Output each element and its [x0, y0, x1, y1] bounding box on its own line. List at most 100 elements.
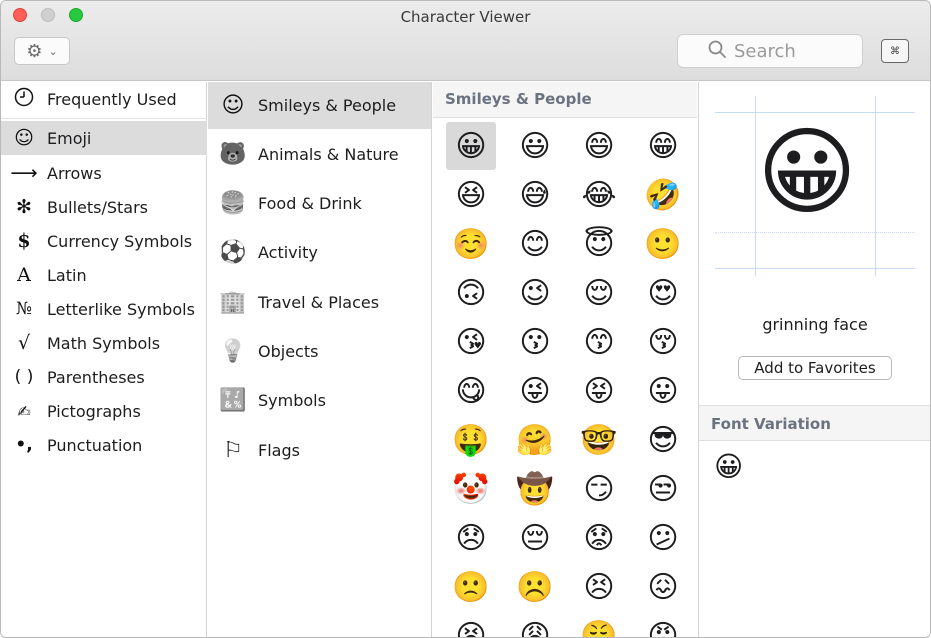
emoji-cell[interactable]: 😌	[574, 269, 624, 317]
emoji-cell[interactable]: 😗	[510, 318, 560, 366]
emoji-cell[interactable]: 🤓	[574, 416, 624, 464]
flag-icon: ⚐	[223, 438, 243, 463]
category-parentheses[interactable]: ( ) Parentheses	[1, 360, 207, 394]
character-name: grinning face	[762, 315, 868, 334]
subcategory-travel-places[interactable]: 🏢 Travel & Places	[208, 279, 431, 326]
emoji-cell[interactable]: 😏	[574, 465, 624, 513]
subcategory-symbols[interactable]: 🔣 Symbols	[208, 377, 431, 424]
emoji-cell[interactable]: 🤑	[446, 416, 496, 464]
category-currency-symbols[interactable]: $ Currency Symbols	[1, 224, 207, 258]
emoji-cell[interactable]: 😂	[574, 171, 624, 219]
category-label: Pictographs	[47, 401, 141, 421]
emoji-cell[interactable]: 😙	[574, 318, 624, 366]
category-label: Frequently Used	[47, 89, 177, 109]
emoji-cell[interactable]: 😉	[510, 269, 560, 317]
emoji-cell[interactable]: ☹️	[510, 563, 560, 611]
subcategory-smileys-people[interactable]: ☺ Smileys & People	[208, 82, 431, 129]
emoji-cell[interactable]: 🙂	[638, 220, 688, 268]
search-input[interactable]	[734, 40, 854, 62]
emoji-grid-pane[interactable]: Smileys & People 😀 😃 😄 😁 😆 😅 😂 🤣 ☺️ 😊 😇 🙂 🙃 😉 😌 😍 😘 😗 😙 😚 😋 😜…	[433, 82, 697, 638]
category-arrows[interactable]: ⟶ Arrows	[1, 156, 207, 190]
emoji-cell[interactable]: 😞	[446, 514, 496, 562]
subcategory-animals-nature[interactable]: 🐻 Animals & Nature	[208, 131, 431, 178]
divider	[1, 118, 207, 119]
emoji-cell[interactable]: 😘	[446, 318, 496, 366]
category-label: Bullets/Stars	[47, 197, 148, 217]
emoji-cell[interactable]: 🤣	[638, 171, 688, 219]
emoji-cell[interactable]: 😅	[510, 171, 560, 219]
guide-line	[875, 96, 876, 276]
category-label: Math Symbols	[47, 333, 161, 353]
category-emoji[interactable]: ☺ Emoji	[1, 121, 207, 155]
emoji-cell[interactable]: 😩	[510, 612, 560, 638]
keyboard-viewer-button[interactable]: ⌘	[881, 39, 909, 63]
emoji-cell[interactable]: 😛	[638, 367, 688, 415]
emoji-cell[interactable]: 😇	[574, 220, 624, 268]
emoji-cell[interactable]: 😚	[638, 318, 688, 366]
category-label: Latin	[47, 265, 87, 285]
search-field[interactable]	[677, 34, 863, 68]
baseline-guide	[715, 232, 915, 233]
character-preview: 😀	[715, 96, 915, 276]
category-math-symbols[interactable]: √ Math Symbols	[1, 326, 207, 360]
category-label: Letterlike Symbols	[47, 299, 195, 319]
subcategory-label: Smileys & People	[258, 96, 397, 115]
emoji-cell[interactable]: 😟	[574, 514, 624, 562]
category-letterlike-symbols[interactable]: № Letterlike Symbols	[1, 292, 207, 326]
writing-hand-icon: ✍	[17, 401, 31, 421]
emoji-cell[interactable]: 😍	[638, 269, 688, 317]
emoji-cell[interactable]: 😔	[510, 514, 560, 562]
category-bullets-stars[interactable]: ✻ Bullets/Stars	[1, 190, 207, 224]
emoji-cell[interactable]: ☺️	[446, 220, 496, 268]
chevron-down-icon: ⌄	[48, 44, 58, 58]
subcategory-list: ☺ Smileys & People 🐻 Animals & Nature 🍔 …	[208, 82, 432, 637]
emoji-cell[interactable]: 😆	[446, 171, 496, 219]
emoji-cell[interactable]: 😊	[510, 220, 560, 268]
emoji-cell[interactable]: 😜	[510, 367, 560, 415]
parentheses-icon: ( )	[14, 367, 34, 387]
add-to-favorites-button[interactable]: Add to Favorites	[738, 356, 892, 380]
emoji-cell[interactable]: 😒	[638, 465, 688, 513]
emoji-cell[interactable]: 😁	[638, 122, 688, 170]
emoji-cell[interactable]: 🤠	[510, 465, 560, 513]
emoji-cell[interactable]: 🤡	[446, 465, 496, 513]
emoji-cell[interactable]: 🙃	[446, 269, 496, 317]
lightbulb-icon: 💡	[219, 339, 247, 364]
grid-section-header: Smileys & People	[433, 82, 697, 118]
emoji-cell[interactable]: 😤	[574, 612, 624, 638]
arrow-right-icon: ⟶	[10, 162, 38, 184]
subcategory-objects[interactable]: 💡 Objects	[208, 328, 431, 375]
emoji-cell[interactable]: 😠	[638, 612, 688, 638]
category-label: Arrows	[47, 163, 102, 183]
emoji-cell[interactable]: 😕	[638, 514, 688, 562]
category-label: Punctuation	[47, 435, 143, 455]
emoji-cell[interactable]: 😋	[446, 367, 496, 415]
emoji-cell[interactable]: 😖	[638, 563, 688, 611]
font-variation-emoji[interactable]: 😀	[714, 453, 743, 481]
category-pictographs[interactable]: ✍ Pictographs	[1, 394, 207, 428]
category-label: Emoji	[47, 128, 92, 148]
emoji-cell[interactable]: 😃	[510, 122, 560, 170]
font-variation-header: Font Variation	[699, 405, 930, 441]
category-punctuation[interactable]: •, Punctuation	[1, 428, 207, 462]
action-menu-button[interactable]: ⚙ ⌄	[14, 37, 70, 65]
emoji-cell[interactable]: 😀	[446, 122, 496, 170]
soccer-ball-icon: ⚽	[219, 240, 247, 265]
category-latin[interactable]: A Latin	[1, 258, 207, 292]
detail-pane: 😀 grinning face Add to Favorites Font Va…	[698, 82, 930, 637]
guide-line	[755, 96, 756, 276]
asterisk-icon: ✻	[16, 196, 32, 218]
emoji-cell[interactable]: 🙁	[446, 563, 496, 611]
emoji-cell[interactable]: 😫	[446, 612, 496, 638]
subcategory-food-drink[interactable]: 🍔 Food & Drink	[208, 180, 431, 227]
subcategory-activity[interactable]: ⚽ Activity	[208, 229, 431, 276]
subcategory-flags[interactable]: ⚐ Flags	[208, 427, 431, 474]
emoji-cell[interactable]: 😣	[574, 563, 624, 611]
subcategory-label: Animals & Nature	[258, 145, 399, 164]
smiley-icon: ☺	[221, 93, 245, 118]
emoji-cell[interactable]: 😄	[574, 122, 624, 170]
emoji-cell[interactable]: 😝	[574, 367, 624, 415]
emoji-cell[interactable]: 🤗	[510, 416, 560, 464]
category-frequently-used[interactable]: Frequently Used	[1, 82, 207, 116]
emoji-cell[interactable]: 😎	[638, 416, 688, 464]
